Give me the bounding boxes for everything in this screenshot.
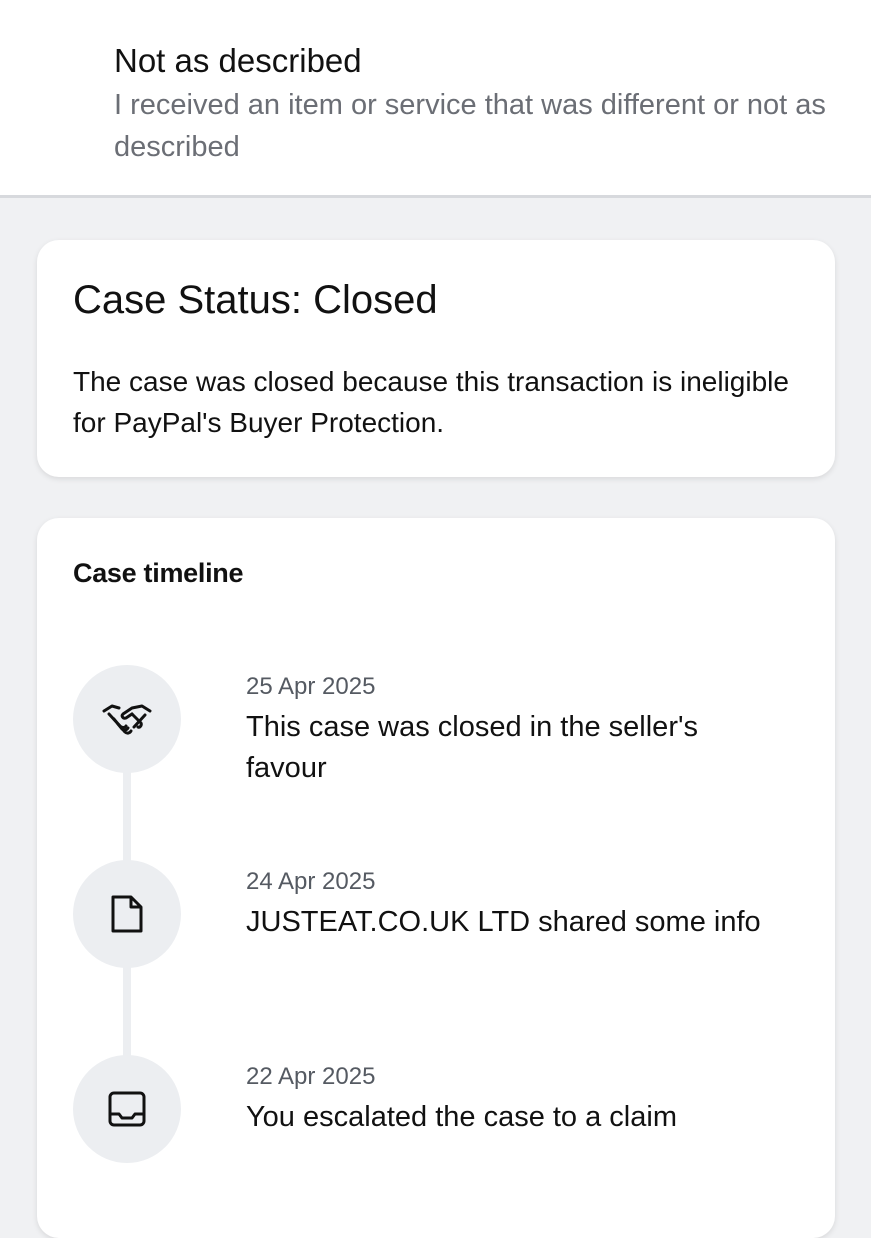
case-status-description: The case was closed because this transac… [73,366,789,438]
case-status-title: Case Status: Closed [73,278,438,322]
case-timeline-card: Case timeline 25 Apr 2025 This case was … [37,518,835,1238]
case-status-card: Case Status: Closed The case was closed … [37,240,835,477]
timeline-event-text: JUSTEAT.CO.UK LTD shared some info [246,906,761,938]
document-icon [111,895,143,933]
timeline-event-date: 24 Apr 2025 [246,868,376,895]
timeline-event-text: This case was closed in the seller's fav… [246,711,699,784]
timeline-connector [123,963,131,1063]
timeline-event-icon-circle [73,665,181,773]
handshake-icon [102,704,152,735]
timeline-event-icon-circle [73,1055,181,1163]
timeline-event-date: 25 Apr 2025 [246,673,376,700]
timeline-event-date: 22 Apr 2025 [246,1063,376,1090]
reason-title: Not as described [114,42,362,79]
timeline-event-text: You escalated the case to a claim [246,1101,677,1133]
timeline-connector [123,768,131,868]
inbox-tray-icon [108,1091,146,1127]
timeline-event-icon-circle [73,860,181,968]
case-timeline-title: Case timeline [73,558,244,588]
reason-description: I received an item or service that was d… [114,89,826,163]
dispute-reason-header: Not as described I received an item or s… [0,0,871,198]
